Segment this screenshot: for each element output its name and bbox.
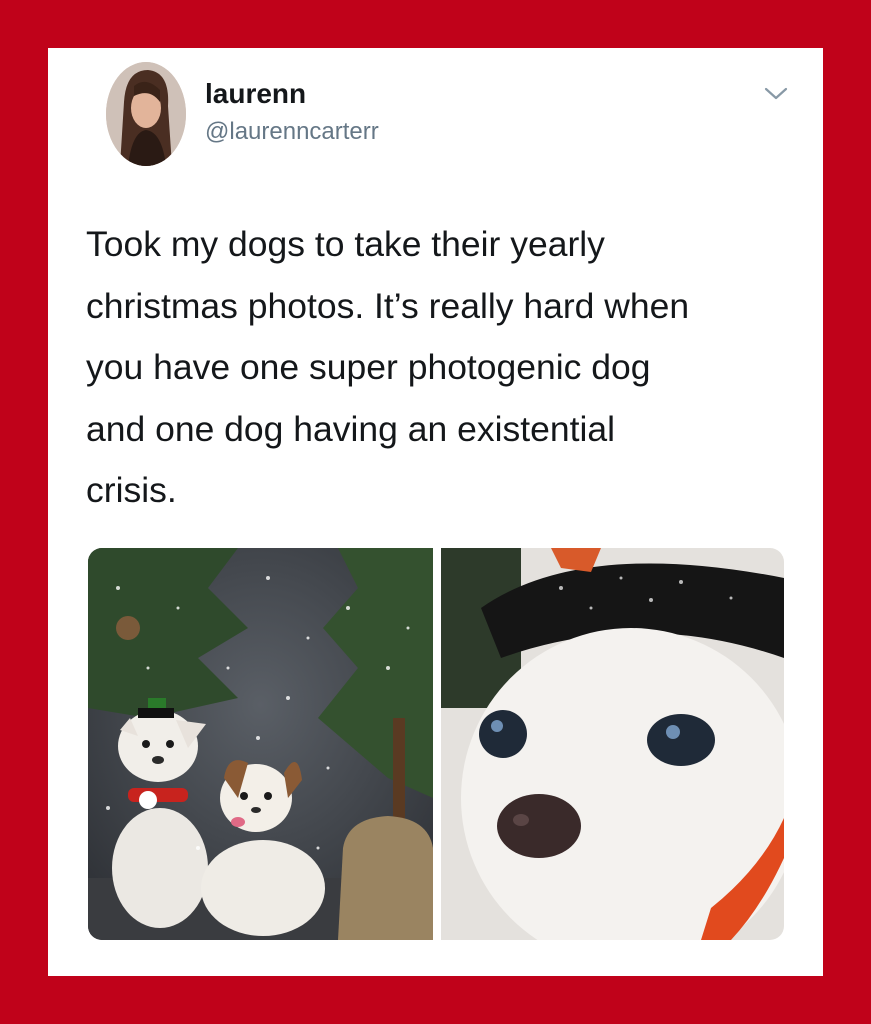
tweet-photo-left[interactable] (88, 548, 433, 940)
author-handle[interactable]: @laurenncarterr (205, 118, 379, 146)
author-avatar[interactable] (106, 62, 186, 166)
avatar-image (106, 62, 186, 166)
photo-two-dogs-icon (88, 548, 433, 940)
photo-dog-closeup-icon (441, 548, 784, 940)
tweet-text: Took my dogs to take their yearly christ… (86, 224, 690, 510)
chevron-down-icon[interactable] (762, 84, 790, 104)
tweet-photo-right[interactable] (441, 548, 784, 940)
author-name[interactable]: laurenn (205, 78, 306, 110)
tweet-card: laurenn @laurenncarterr Took my dogs to … (48, 48, 823, 976)
